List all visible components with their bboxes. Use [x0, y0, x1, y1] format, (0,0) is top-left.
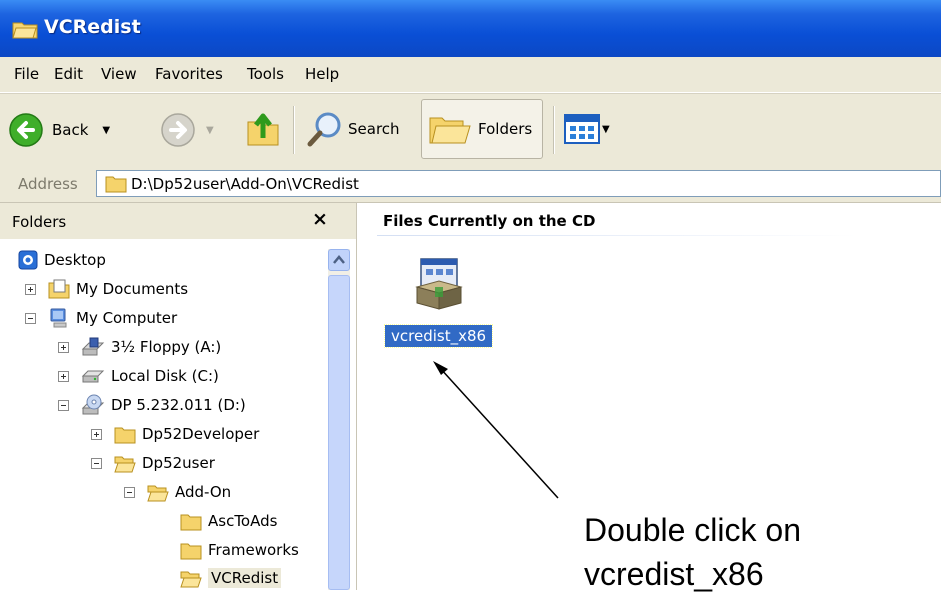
instruction-line-2: vcredist_x86 — [584, 556, 764, 592]
instruction-line-1: Double click on — [584, 512, 801, 548]
instruction-callout: Double click on vcredist_x86 — [584, 508, 801, 596]
callout-arrow — [433, 361, 559, 499]
